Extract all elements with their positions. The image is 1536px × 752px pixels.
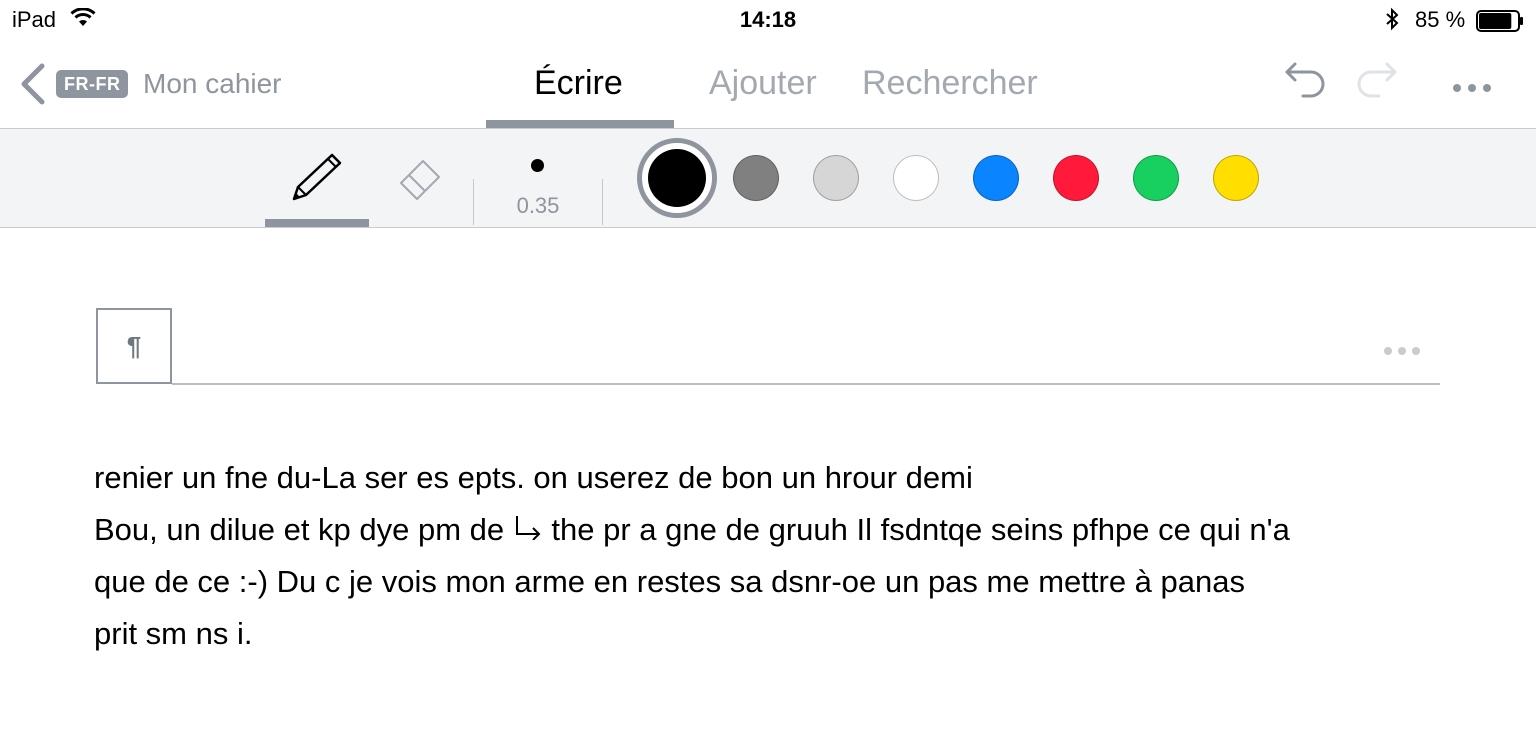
tab-write[interactable]: Écrire — [534, 64, 623, 103]
text-line: Bou, un dilue et kp dye pm de the pr a g… — [94, 504, 1474, 556]
active-tab-indicator — [486, 120, 674, 128]
clock: 14:18 — [739, 7, 797, 32]
battery-percent: 85 % — [1415, 7, 1466, 32]
battery-icon — [1476, 10, 1524, 37]
nav-bar: FR-FR Mon cahier Écrire Ajouter Recherch… — [0, 40, 1536, 129]
pen-size-value[interactable]: 0.35 — [498, 193, 578, 219]
status-bar: iPad 14:18 85 % — [0, 0, 1536, 40]
active-tool-indicator — [265, 219, 369, 227]
drawing-toolbar: 0.35 — [0, 129, 1536, 228]
color-swatch-red[interactable] — [1053, 155, 1099, 201]
color-swatch-light-gray[interactable] — [813, 155, 859, 201]
undo-icon[interactable] — [1283, 58, 1329, 109]
more-options-icon[interactable] — [1452, 80, 1492, 98]
toolbar-divider — [473, 179, 474, 225]
tab-search[interactable]: Rechercher — [862, 64, 1038, 103]
paragraph-divider — [172, 383, 1440, 385]
back-chevron-icon[interactable] — [16, 60, 56, 108]
bluetooth-icon — [1384, 7, 1400, 36]
color-swatch-blue[interactable] — [973, 155, 1019, 201]
toolbar-divider — [602, 179, 603, 225]
text-segment: the pr a gne de gruuh Il fsdntqe seins p… — [551, 512, 1290, 547]
language-badge[interactable]: FR-FR — [56, 70, 129, 98]
tab-add[interactable]: Ajouter — [709, 64, 817, 103]
eraser-tool-icon[interactable] — [395, 153, 445, 208]
text-line: renier un fne du-La ser es epts. on user… — [94, 460, 973, 495]
pen-tool-icon[interactable] — [288, 151, 348, 208]
color-swatch-yellow[interactable] — [1213, 155, 1259, 201]
color-swatch-white[interactable] — [893, 155, 939, 201]
paragraph-icon[interactable]: ¶ — [96, 308, 172, 384]
handwriting-text[interactable]: renier un fne du-La ser es epts. on user… — [94, 452, 1474, 660]
text-line: que de ce :-) Du c je vois mon arme en r… — [94, 564, 1245, 599]
color-swatch-gray[interactable] — [733, 155, 779, 201]
return-arrow-icon — [513, 504, 543, 556]
paragraph-more-icon[interactable] — [1383, 343, 1421, 361]
color-swatch-black[interactable] — [637, 138, 717, 218]
notebook-link[interactable]: Mon cahier — [143, 68, 282, 100]
pen-size-dot-icon[interactable] — [531, 159, 544, 172]
redo-icon[interactable] — [1353, 58, 1399, 109]
text-line: prit sm ns i. — [94, 616, 253, 651]
color-swatch-green[interactable] — [1133, 155, 1179, 201]
text-segment: Bou, un dilue et kp dye pm de — [94, 512, 505, 547]
